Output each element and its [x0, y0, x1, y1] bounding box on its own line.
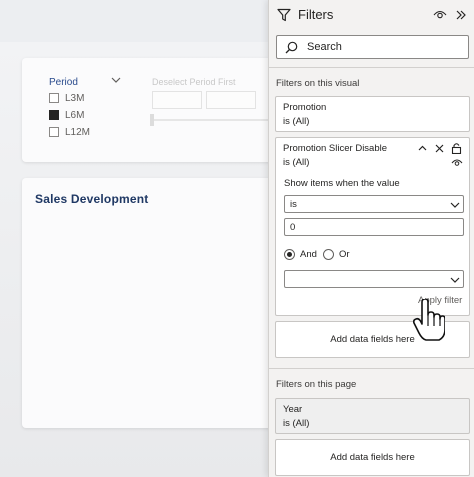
- chevron-down-icon: [450, 277, 460, 283]
- checkbox[interactable]: [49, 93, 59, 103]
- slicer-title: Period: [49, 77, 78, 88]
- slicer-option-label: L3M: [65, 92, 85, 104]
- filter-card-promotion[interactable]: Promotion is (All): [275, 96, 470, 132]
- range-slider-thumb[interactable]: [150, 114, 154, 126]
- lock-icon[interactable]: [451, 142, 462, 154]
- search-placeholder: Search: [307, 41, 342, 53]
- operator-dropdown[interactable]: is: [284, 195, 464, 213]
- filter-card-year[interactable]: Year is (All): [275, 398, 470, 434]
- deselect-label: Deselect Period First: [152, 77, 236, 87]
- second-operator-dropdown[interactable]: [284, 270, 464, 288]
- add-data-fields-page[interactable]: Add data fields here: [275, 439, 470, 476]
- eye-icon[interactable]: [451, 158, 463, 168]
- filter-name: Promotion Slicer Disable: [283, 143, 388, 154]
- visual-title: Sales Development: [35, 192, 149, 206]
- search-input[interactable]: Search: [276, 35, 469, 59]
- filters-pane-header: Filters: [269, 0, 474, 32]
- value-input[interactable]: 0: [284, 218, 464, 236]
- slicer-option-l3m[interactable]: L3M: [49, 91, 84, 105]
- checkbox-checked[interactable]: [49, 110, 59, 120]
- filter-value: is (All): [283, 418, 310, 429]
- show-items-label: Show items when the value: [284, 178, 400, 189]
- filter-icon: [277, 8, 291, 22]
- period-slicer-card: Period L3M L6M L12M Deselect Period Firs…: [22, 58, 284, 162]
- divider: [269, 368, 474, 369]
- canvas-top-band: [0, 0, 270, 42]
- visual-filters-heading: Filters on this visual: [276, 78, 360, 89]
- or-radio[interactable]: [323, 249, 334, 260]
- filter-card-promotion-slicer-disable[interactable]: Promotion Slicer Disable is (All) Show i…: [275, 137, 470, 316]
- chevron-up-icon[interactable]: [417, 143, 428, 154]
- eye-icon[interactable]: [433, 9, 447, 21]
- range-end-box[interactable]: [206, 91, 256, 109]
- slicer-option-l12m[interactable]: L12M: [49, 125, 90, 139]
- and-label: And: [300, 249, 317, 260]
- divider: [269, 67, 474, 68]
- filter-name: Year: [283, 404, 303, 415]
- filter-value: is (All): [283, 157, 310, 168]
- value-input-text: 0: [290, 222, 296, 233]
- page-filters-heading: Filters on this page: [276, 379, 357, 390]
- slicer-option-label: L6M: [65, 109, 85, 121]
- add-data-fields-label: Add data fields here: [330, 452, 415, 463]
- chevron-down-icon: [450, 202, 460, 208]
- close-icon[interactable]: [434, 143, 445, 154]
- filters-pane: Filters Search Filters on this visual Pr…: [268, 0, 474, 477]
- range-start-box[interactable]: [152, 91, 202, 109]
- filter-name: Promotion: [283, 102, 327, 113]
- and-radio[interactable]: [284, 249, 295, 260]
- slicer-option-l6m[interactable]: L6M: [49, 108, 84, 122]
- or-label: Or: [339, 249, 350, 260]
- sales-development-visual[interactable]: Sales Development: [22, 178, 284, 428]
- slicer-option-label: L12M: [65, 126, 91, 138]
- checkbox[interactable]: [49, 127, 59, 137]
- filter-value: is (All): [283, 116, 310, 127]
- hand-pointer-icon: [413, 299, 445, 341]
- operator-value: is: [290, 199, 297, 210]
- search-icon: [285, 41, 298, 54]
- chevron-down-icon[interactable]: [110, 74, 122, 86]
- range-slider-track[interactable]: [152, 119, 282, 121]
- pane-title: Filters: [298, 7, 334, 22]
- chevron-right-double-icon[interactable]: [455, 9, 467, 21]
- add-data-fields-label: Add data fields here: [330, 334, 415, 345]
